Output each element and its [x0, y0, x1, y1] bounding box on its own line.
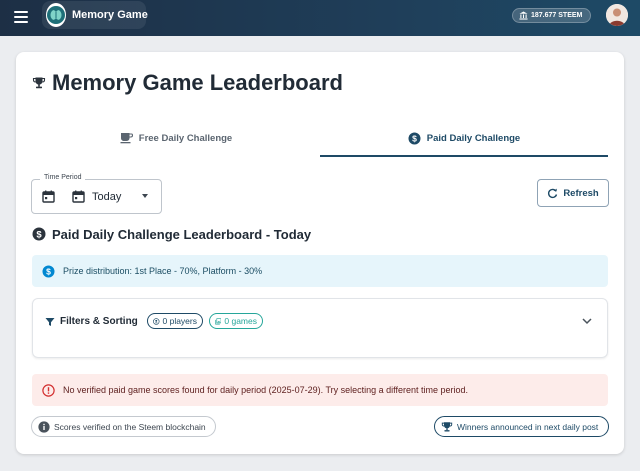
active-tab-indicator: [320, 155, 608, 157]
menu-line: [14, 21, 28, 23]
tab-label: Paid Daily Challenge: [426, 132, 521, 144]
dollar-circle-icon: $: [42, 265, 55, 277]
svg-text:$: $: [46, 266, 51, 276]
filters-label: Filters & Sorting: [60, 316, 138, 327]
refresh-button[interactable]: Refresh: [537, 179, 609, 207]
prize-distribution-text: Prize distribution: 1st Place - 70%, Pla…: [63, 266, 263, 276]
leaderboard-title: Paid Daily Challenge Leaderboard - Today: [52, 226, 312, 242]
calendar-icon: [72, 190, 85, 203]
bank-icon: [519, 11, 528, 20]
coffee-icon: [120, 133, 133, 144]
brain-logo-icon: [46, 3, 66, 27]
time-period-label: Time Period: [40, 174, 86, 181]
dollar-circle-icon: $: [32, 227, 46, 241]
tab-label: Free Daily Challenge: [138, 132, 233, 144]
time-period-value: Today: [92, 191, 122, 203]
no-scores-alert: No verified paid game scores found for d…: [32, 374, 608, 406]
svg-text:$: $: [36, 229, 42, 240]
no-scores-text: No verified paid game scores found for d…: [63, 385, 469, 395]
trophy-icon: [441, 421, 453, 431]
players-count-chip: 0 players: [147, 313, 203, 329]
error-circle-icon: [42, 383, 55, 397]
trophy-icon: [32, 77, 46, 89]
tab-paid-daily-challenge[interactable]: $ Paid Daily Challenge: [320, 118, 608, 158]
page-header: Memory Game Leaderboard: [32, 68, 343, 98]
menu-line: [14, 16, 28, 18]
calendar-icon: [42, 190, 55, 203]
time-period-select[interactable]: Time Period Today: [31, 174, 162, 214]
wallet-balance-chip[interactable]: 187.677 STEEM: [512, 8, 591, 23]
tab-free-daily-challenge[interactable]: Free Daily Challenge: [32, 118, 320, 158]
winners-announcement-text: Winners announced in next daily post: [457, 421, 599, 432]
info-icon: [38, 420, 50, 433]
page-title: Memory Game Leaderboard: [52, 70, 343, 95]
games-count: 0 games: [224, 316, 257, 326]
games-count-chip: 0 games: [209, 313, 263, 329]
chevron-down-icon[interactable]: [582, 318, 592, 325]
person-icon: [153, 317, 160, 325]
refresh-label: Refresh: [563, 187, 599, 199]
dollar-circle-icon: $: [408, 132, 421, 144]
wallet-balance: 187.677 STEEM: [531, 12, 583, 19]
blockchain-verified-text: Scores verified on the Steem blockchain: [54, 421, 206, 432]
menu-button[interactable]: [13, 8, 31, 26]
svg-text:$: $: [412, 133, 417, 143]
filters-accordion[interactable]: Filters & Sorting 0 players 0 games: [32, 298, 608, 358]
filter-icon: [45, 318, 55, 326]
players-count: 0 players: [162, 316, 198, 326]
dropdown-caret-icon: [142, 194, 148, 198]
app-bar: Memory Game 187.677 STEEM: [0, 0, 640, 36]
menu-line: [14, 11, 28, 13]
brand-home-link[interactable]: Memory Game: [42, 1, 148, 29]
app-name: Memory Game: [72, 9, 148, 21]
leaderboard-heading: $ Paid Daily Challenge Leaderboard - Tod…: [32, 225, 311, 243]
blockchain-verified-chip: Scores verified on the Steem blockchain: [31, 416, 216, 437]
winners-announcement-chip: Winners announced in next daily post: [434, 416, 609, 437]
leaderboard-card: Memory Game Leaderboard Free Daily Chall…: [16, 52, 624, 454]
user-avatar[interactable]: [606, 4, 628, 26]
prize-distribution-alert: $ Prize distribution: 1st Place - 70%, P…: [32, 255, 608, 287]
refresh-icon: [548, 188, 558, 198]
image-library-icon: [215, 317, 222, 324]
